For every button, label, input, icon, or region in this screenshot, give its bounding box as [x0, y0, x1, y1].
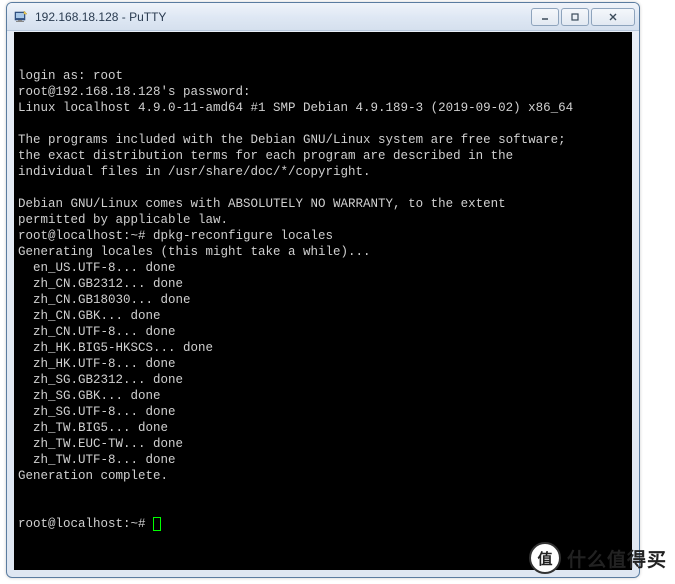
- terminal-line: zh_CN.GB2312... done: [18, 276, 630, 292]
- terminal-line: Debian GNU/Linux comes with ABSOLUTELY N…: [18, 196, 630, 212]
- terminal-line: zh_SG.GBK... done: [18, 388, 630, 404]
- terminal-line: permitted by applicable law.: [18, 212, 630, 228]
- terminal-line: en_US.UTF-8... done: [18, 260, 630, 276]
- terminal-line: Linux localhost 4.9.0-11-amd64 #1 SMP De…: [18, 100, 630, 116]
- terminal-line: login as: root: [18, 68, 630, 84]
- terminal-line: root@localhost:~# dpkg-reconfigure local…: [18, 228, 630, 244]
- terminal-area[interactable]: login as: rootroot@192.168.18.128's pass…: [14, 32, 632, 570]
- terminal-output: login as: rootroot@192.168.18.128's pass…: [18, 68, 630, 484]
- minimize-button[interactable]: [531, 8, 559, 26]
- cursor-icon: [153, 517, 161, 531]
- terminal-line: root@192.168.18.128's password:: [18, 84, 630, 100]
- putty-icon: [13, 9, 29, 25]
- terminal-line: zh_TW.EUC-TW... done: [18, 436, 630, 452]
- terminal-line: the exact distribution terms for each pr…: [18, 148, 630, 164]
- terminal-line: zh_TW.BIG5... done: [18, 420, 630, 436]
- terminal-prompt-line: root@localhost:~#: [18, 516, 630, 532]
- terminal-line: [18, 180, 630, 196]
- terminal-line: zh_CN.UTF-8... done: [18, 324, 630, 340]
- terminal-prompt: root@localhost:~#: [18, 517, 153, 531]
- terminal-line: zh_CN.GB18030... done: [18, 292, 630, 308]
- watermark-text: 什么值得买: [567, 545, 667, 572]
- terminal-line: zh_SG.GB2312... done: [18, 372, 630, 388]
- window-controls: [531, 8, 635, 26]
- titlebar[interactable]: 192.168.18.128 - PuTTY: [7, 3, 639, 31]
- close-button[interactable]: [591, 8, 635, 26]
- watermark: 值 什么值得买: [529, 542, 667, 574]
- putty-window: 192.168.18.128 - PuTTY login as: rootroo…: [6, 2, 640, 578]
- terminal-line: individual files in /usr/share/doc/*/cop…: [18, 164, 630, 180]
- window-title: 192.168.18.128 - PuTTY: [35, 10, 531, 24]
- terminal-line: Generating locales (this might take a wh…: [18, 244, 630, 260]
- terminal-line: zh_TW.UTF-8... done: [18, 452, 630, 468]
- terminal-line: zh_CN.GBK... done: [18, 308, 630, 324]
- terminal-line: zh_HK.BIG5-HKSCS... done: [18, 340, 630, 356]
- terminal-line: zh_HK.UTF-8... done: [18, 356, 630, 372]
- terminal-line: The programs included with the Debian GN…: [18, 132, 630, 148]
- terminal-line: Generation complete.: [18, 468, 630, 484]
- maximize-button[interactable]: [561, 8, 589, 26]
- terminal-line: zh_SG.UTF-8... done: [18, 404, 630, 420]
- watermark-badge: 值: [529, 542, 561, 574]
- terminal-line: [18, 116, 630, 132]
